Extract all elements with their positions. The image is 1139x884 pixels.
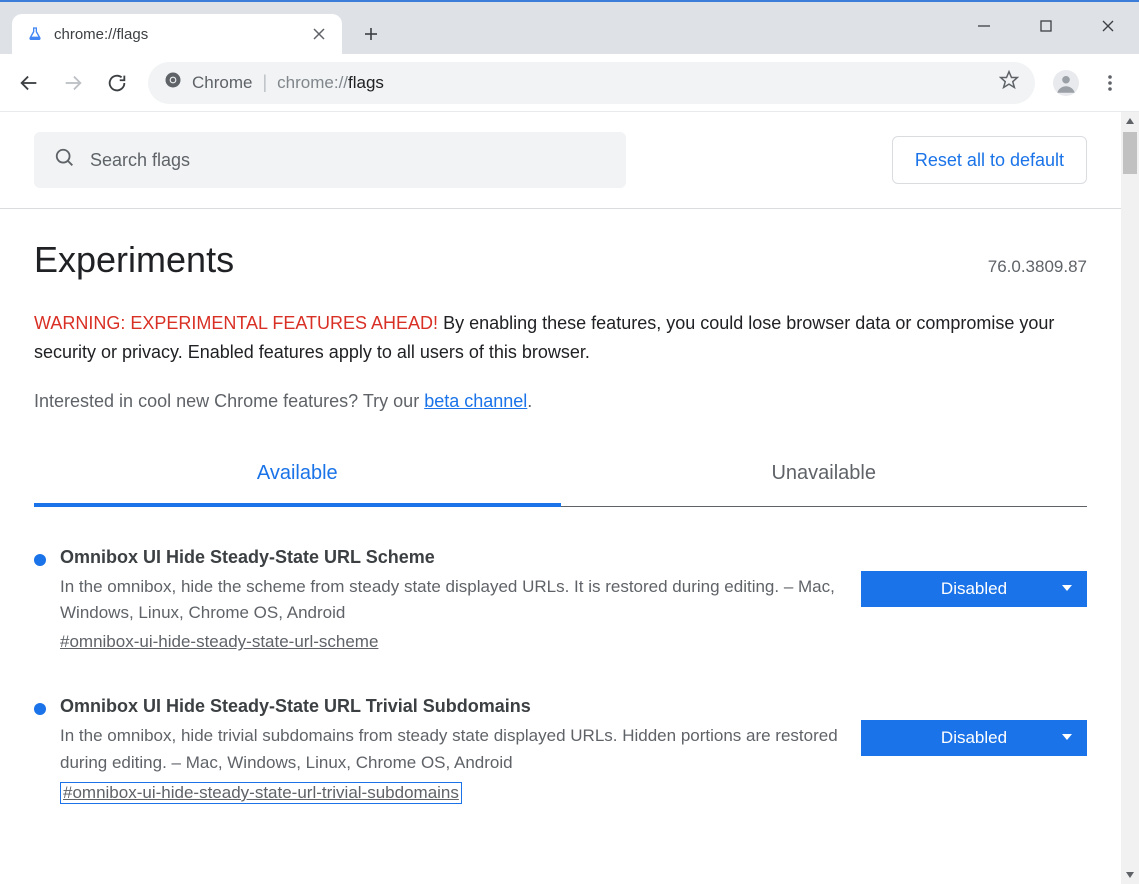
tab-close-button[interactable] <box>310 25 328 43</box>
tab-unavailable[interactable]: Unavailable <box>561 444 1088 506</box>
tab-available[interactable]: Available <box>34 444 561 507</box>
menu-button[interactable] <box>1091 64 1129 102</box>
beta-channel-link[interactable]: beta channel <box>424 391 527 411</box>
address-bar[interactable]: Chrome | chrome://flags <box>148 62 1035 104</box>
profile-button[interactable] <box>1047 64 1085 102</box>
flag-description: In the omnibox, hide the scheme from ste… <box>60 574 839 627</box>
page-viewport: Search flags Reset all to default Experi… <box>0 112 1139 884</box>
search-row: Search flags Reset all to default <box>0 112 1121 209</box>
flag-item: Omnibox UI Hide Steady-State URL Trivial… <box>34 696 1087 848</box>
flag-description: In the omnibox, hide trivial subdomains … <box>60 723 839 776</box>
search-icon <box>54 147 76 174</box>
scroll-down-arrow[interactable] <box>1121 866 1139 884</box>
status-dot-icon <box>34 554 46 566</box>
window-close-button[interactable] <box>1077 6 1139 46</box>
search-flags-input[interactable]: Search flags <box>34 132 626 188</box>
url-text: chrome://flags <box>277 73 384 93</box>
flag-title: Omnibox UI Hide Steady-State URL Scheme <box>60 547 839 568</box>
flag-item: Omnibox UI Hide Steady-State URL Scheme … <box>34 547 1087 697</box>
warning-text: WARNING: EXPERIMENTAL FEATURES AHEAD! By… <box>34 309 1087 367</box>
page-scrollbar[interactable] <box>1121 112 1139 884</box>
browser-chrome: chrome://flags <box>0 0 1139 54</box>
flag-anchor-link[interactable]: #omnibox-ui-hide-steady-state-url-scheme <box>60 632 378 652</box>
window-maximize-button[interactable] <box>1015 6 1077 46</box>
reset-all-button[interactable]: Reset all to default <box>892 136 1087 184</box>
chevron-down-icon <box>1061 579 1073 599</box>
scroll-up-arrow[interactable] <box>1121 112 1139 130</box>
search-placeholder: Search flags <box>90 150 190 171</box>
page-content: Search flags Reset all to default Experi… <box>0 112 1121 858</box>
status-dot-icon <box>34 703 46 715</box>
flag-select[interactable]: Disabled <box>861 720 1087 756</box>
page-title: Experiments <box>34 239 234 281</box>
flag-title: Omnibox UI Hide Steady-State URL Trivial… <box>60 696 839 717</box>
main-section: Experiments 76.0.3809.87 WARNING: EXPERI… <box>0 209 1121 858</box>
window-controls <box>953 0 1139 52</box>
reload-button[interactable] <box>98 64 136 102</box>
back-button[interactable] <box>10 64 48 102</box>
flag-select[interactable]: Disabled <box>861 571 1087 607</box>
window-minimize-button[interactable] <box>953 6 1015 46</box>
forward-button[interactable] <box>54 64 92 102</box>
omnibox-separator: | <box>262 72 267 93</box>
browser-toolbar: Chrome | chrome://flags <box>0 54 1139 112</box>
origin-label: Chrome <box>192 73 252 93</box>
warning-prefix: WARNING: EXPERIMENTAL FEATURES AHEAD! <box>34 313 438 333</box>
new-tab-button[interactable] <box>354 17 388 51</box>
flag-select-value: Disabled <box>941 579 1007 599</box>
version-text: 76.0.3809.87 <box>988 257 1087 277</box>
flask-icon <box>26 25 44 43</box>
beta-line: Interested in cool new Chrome features? … <box>34 391 1087 412</box>
scrollbar-thumb[interactable] <box>1123 132 1137 174</box>
chevron-down-icon <box>1061 728 1073 748</box>
chrome-icon <box>164 71 182 94</box>
star-icon[interactable] <box>999 70 1019 95</box>
browser-tab[interactable]: chrome://flags <box>12 14 342 54</box>
flag-select-value: Disabled <box>941 728 1007 748</box>
tab-title: chrome://flags <box>54 26 300 43</box>
tabs-row: Available Unavailable <box>34 444 1087 507</box>
flag-anchor-link[interactable]: #omnibox-ui-hide-steady-state-url-trivia… <box>60 782 462 804</box>
